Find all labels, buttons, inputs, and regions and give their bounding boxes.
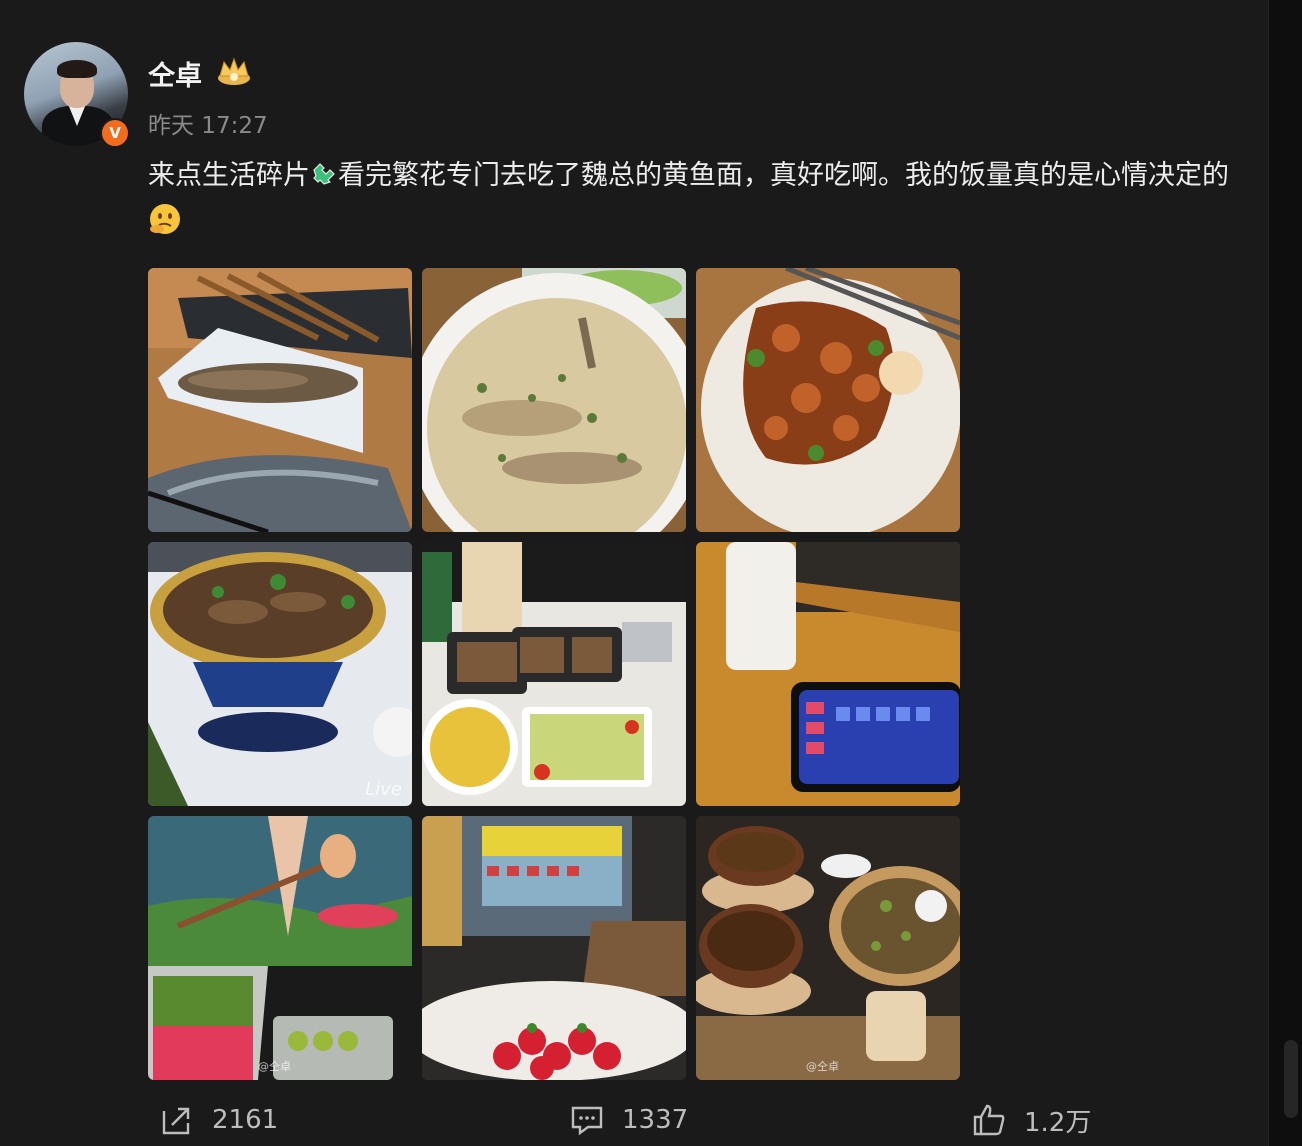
post-timestamp[interactable]: 昨天 17:27 [148, 106, 268, 140]
photo-8[interactable] [422, 816, 686, 1080]
thumbs-up-icon [973, 1104, 1005, 1136]
post-text-part2: 看完繁花专门去吃了魏总的黄鱼面，真好吃啊。我的饭量真的是心情决定的 [338, 160, 1229, 191]
comment-count: 1337 [622, 1105, 689, 1135]
share-icon [162, 1107, 190, 1135]
comment-icon [571, 1106, 603, 1136]
photo-3[interactable] [696, 268, 960, 532]
photo-5[interactable] [422, 542, 686, 806]
photo-watermark: @仝卓 [806, 1060, 839, 1073]
thinking-face-emoji-icon [150, 204, 180, 234]
puzzle-emoji-icon [313, 163, 335, 185]
like-count: 1.2万 [1024, 1107, 1092, 1138]
verified-badge: V [100, 118, 130, 148]
repost-count: 2161 [212, 1105, 279, 1135]
live-photo-tag: Live [365, 779, 402, 800]
photo-2[interactable] [422, 268, 686, 532]
photo-6[interactable] [696, 542, 960, 806]
photo-7[interactable]: @仝卓 [148, 816, 412, 1080]
post-actions-bar: 2161 1337 1.2万 [0, 1096, 1268, 1144]
username[interactable]: 仝卓 [148, 54, 202, 93]
photo-grid: Live @仝卓 @仝卓 [148, 268, 960, 1080]
post-text: 来点生活碎片 看完繁花专门去吃了魏总的黄鱼面，真好吃啊。我的饭量真的是心情决定的 [148, 152, 1238, 248]
post-text-part1: 来点生活碎片 [148, 160, 310, 191]
crown-icon [218, 57, 250, 85]
photo-9[interactable]: @仝卓 [696, 816, 960, 1080]
photo-1[interactable] [148, 268, 412, 532]
like-button[interactable]: 1.2万 [972, 1096, 1091, 1144]
scrollbar[interactable] [1284, 1040, 1298, 1118]
photo-4[interactable]: Live [148, 542, 412, 806]
comment-button[interactable]: 1337 [570, 1096, 688, 1144]
photo-watermark: @仝卓 [258, 1060, 291, 1073]
repost-button[interactable]: 2161 [160, 1096, 278, 1144]
